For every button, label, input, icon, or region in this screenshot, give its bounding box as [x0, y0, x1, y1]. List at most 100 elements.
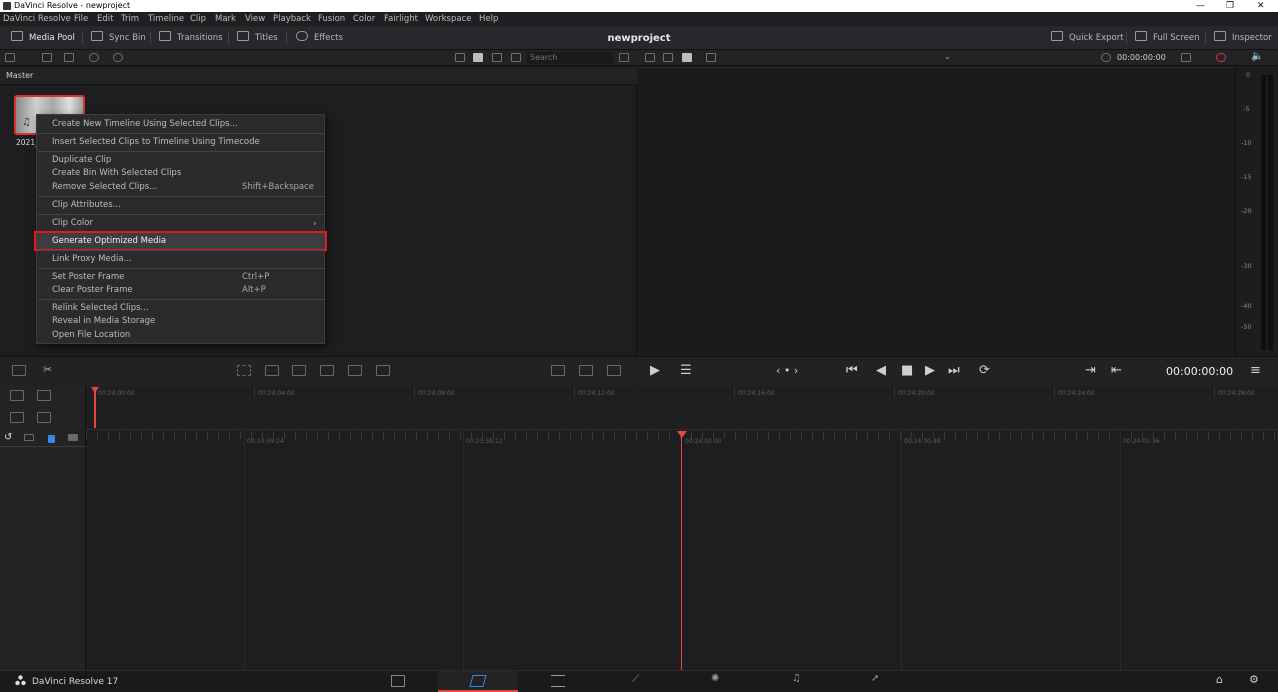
inspector-button[interactable]: Inspector: [1214, 31, 1272, 45]
viewer-source-icon[interactable]: [645, 53, 655, 62]
menu-davinci-resolve[interactable]: DaVinci Resolve: [3, 12, 71, 26]
minimize-button[interactable]: —: [1196, 0, 1205, 12]
metadata-view-icon[interactable]: [455, 53, 465, 62]
ripple-overwrite-icon[interactable]: [292, 365, 306, 376]
timeline-view-icon[interactable]: [551, 365, 565, 376]
sync-icon[interactable]: [89, 53, 99, 62]
viewer-mode-icon[interactable]: [663, 53, 673, 62]
menu-edit[interactable]: Edit: [97, 12, 113, 26]
quick-export-button[interactable]: Quick Export: [1051, 31, 1124, 45]
color-options-icon[interactable]: [1216, 53, 1226, 62]
source-overwrite-icon[interactable]: [376, 365, 390, 376]
menu-mark[interactable]: Mark: [215, 12, 236, 26]
go-to-end-icon[interactable]: ⏭: [948, 363, 960, 379]
menu-item-remove-selected-clips[interactable]: Remove Selected Clips...: [52, 181, 157, 194]
settings-sliders-icon[interactable]: ☰: [680, 363, 692, 379]
edit-page-icon[interactable]: [551, 675, 565, 687]
list-view-icon[interactable]: [511, 53, 521, 62]
media-pool-button[interactable]: Media Pool: [11, 31, 75, 45]
new-bin-icon[interactable]: [42, 53, 52, 62]
new-smart-bin-icon[interactable]: [64, 53, 74, 62]
home-icon[interactable]: ⌂: [1216, 673, 1223, 686]
speaker-icon[interactable]: 🔈: [1251, 51, 1263, 62]
menu-timeline[interactable]: Timeline: [148, 12, 184, 26]
playback-mode-icon[interactable]: ▶: [650, 363, 660, 379]
go-to-start-icon[interactable]: ⏮: [846, 363, 858, 379]
menu-view[interactable]: View: [245, 12, 265, 26]
menu-item-clear-poster-frame[interactable]: Clear Poster Frame: [52, 284, 133, 297]
play-reverse-icon[interactable]: ◀: [876, 363, 886, 379]
mark-in-icon[interactable]: ⇥: [1085, 363, 1096, 379]
fusion-page-icon[interactable]: ⟋: [632, 674, 639, 685]
full-screen-button[interactable]: Full Screen: [1135, 31, 1199, 45]
restore-button[interactable]: ❐: [1226, 0, 1234, 12]
timeline-tracks-area[interactable]: 00:23:59:24 00:23:59:12 00:24:00:00 00:2…: [86, 431, 1278, 670]
trim-mode-icon[interactable]: [12, 365, 26, 376]
source-viewer[interactable]: [638, 67, 1234, 355]
menu-color[interactable]: Color: [353, 12, 375, 26]
sync-bin-button[interactable]: Sync Bin: [91, 31, 146, 45]
menu-item-duplicate-clip[interactable]: Duplicate Clip: [52, 154, 111, 167]
audio-level-icon[interactable]: [37, 412, 51, 423]
timeline-overview[interactable]: 00:24:00:00 00:24:04:00 00:24:08:00 00:2…: [86, 386, 1278, 430]
audio-track-icon[interactable]: [10, 412, 24, 423]
append-icon[interactable]: [265, 365, 279, 376]
deliver-page-icon[interactable]: ➚: [871, 673, 879, 684]
scissors-icon[interactable]: ✂: [43, 363, 52, 376]
menu-item-reveal-in-media-storage[interactable]: Reveal in Media Storage: [52, 315, 155, 328]
menu-item-clip-attributes[interactable]: Clip Attributes...: [52, 199, 121, 212]
marker-icon[interactable]: [68, 434, 78, 441]
chevron-down-icon[interactable]: ⌄: [944, 52, 951, 61]
titles-button[interactable]: Titles: [237, 31, 278, 45]
sort-icon[interactable]: [619, 53, 629, 62]
menu-workspace[interactable]: Workspace: [425, 12, 471, 26]
place-on-top-icon[interactable]: [348, 365, 362, 376]
search-input[interactable]: [527, 52, 613, 64]
audio-sync-icon[interactable]: [113, 53, 123, 62]
overview-playhead[interactable]: [94, 390, 96, 428]
gear-icon[interactable]: ⚙: [1249, 673, 1259, 686]
menu-trim[interactable]: Trim: [121, 12, 139, 26]
play-icon[interactable]: ▶: [925, 363, 935, 379]
jog-control-icon[interactable]: ‹ • ›: [776, 363, 798, 379]
menu-help[interactable]: Help: [479, 12, 498, 26]
menu-item-insert-selected-clips[interactable]: Insert Selected Clips to Timeline Using …: [52, 136, 260, 149]
thumbnail-view-icon[interactable]: [473, 53, 483, 62]
zoom-icon[interactable]: [1181, 53, 1191, 62]
playhead[interactable]: [681, 433, 682, 670]
blue-flag-icon[interactable]: [48, 435, 55, 443]
mark-out-icon[interactable]: ⇤: [1111, 363, 1122, 379]
menu-item-link-proxy-media[interactable]: Link Proxy Media...: [52, 253, 132, 266]
color-page-icon[interactable]: ✺: [711, 673, 719, 684]
menu-item-open-file-location[interactable]: Open File Location: [52, 329, 130, 342]
stop-icon[interactable]: ■: [901, 363, 913, 379]
close-button[interactable]: ✕: [1257, 0, 1265, 12]
fairlight-page-icon[interactable]: ♫: [792, 673, 801, 684]
media-page-icon[interactable]: [391, 675, 405, 687]
transitions-button[interactable]: Transitions: [159, 31, 223, 45]
menu-item-relink-selected-clips[interactable]: Relink Selected Clips...: [52, 302, 149, 315]
toggle-track-icon[interactable]: [37, 390, 51, 401]
hamburger-menu-icon[interactable]: ≡: [1250, 363, 1261, 379]
add-title-track-icon[interactable]: [10, 390, 24, 401]
menu-clip[interactable]: Clip: [190, 12, 206, 26]
loop-icon[interactable]: ⟳: [979, 363, 990, 379]
effects-button[interactable]: Effects: [296, 31, 343, 45]
viewer-layout-icon[interactable]: [682, 53, 692, 62]
menu-fairlight[interactable]: Fairlight: [384, 12, 418, 26]
menu-item-create-bin[interactable]: Create Bin With Selected Clips: [52, 167, 181, 180]
filmstrip-view-icon[interactable]: [492, 53, 502, 62]
panel-layout-icon[interactable]: [5, 53, 15, 62]
menu-item-set-poster-frame[interactable]: Set Poster Frame: [52, 271, 124, 284]
playhead-handle[interactable]: [677, 431, 687, 438]
compare-icon[interactable]: [607, 365, 621, 376]
close-up-icon[interactable]: [320, 365, 334, 376]
smart-insert-icon[interactable]: [237, 365, 251, 376]
menu-fusion[interactable]: Fusion: [318, 12, 345, 26]
snap-icon[interactable]: ↺: [4, 432, 12, 443]
link-icon[interactable]: [24, 434, 34, 441]
menu-item-create-new-timeline[interactable]: Create New Timeline Using Selected Clips…: [52, 118, 238, 131]
menu-file[interactable]: File: [74, 12, 88, 26]
menu-item-clip-color[interactable]: Clip Color: [52, 217, 93, 230]
menu-playback[interactable]: Playback: [273, 12, 311, 26]
